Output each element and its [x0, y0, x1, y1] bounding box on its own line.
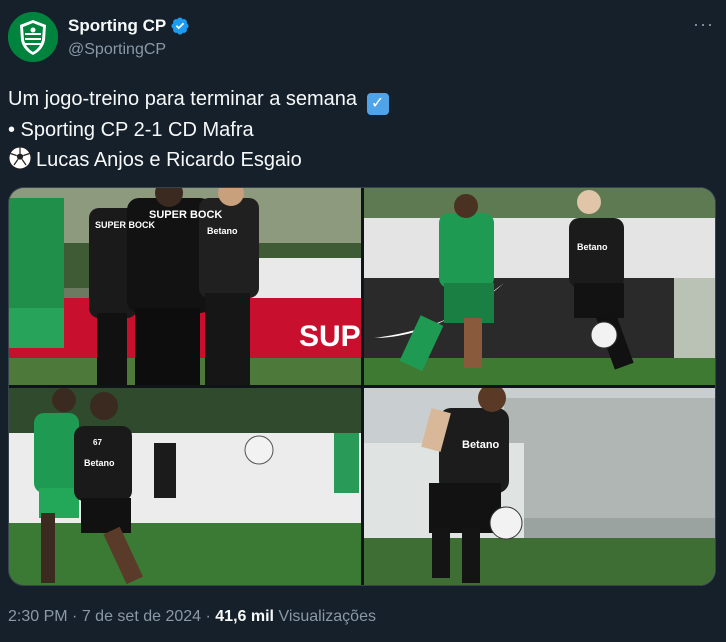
views-count[interactable]: 41,6 mil: [215, 608, 274, 625]
more-options-icon[interactable]: ···: [693, 15, 714, 33]
photo-2[interactable]: Betano: [364, 188, 715, 385]
shirt-sponsor-text-4: Betano: [577, 242, 608, 252]
media-grid: SUP SUPER BOCK SUPER BOCK Betano Betano …: [8, 187, 716, 586]
shirt-sponsor-text-6: Betano: [462, 439, 500, 451]
views-label[interactable]: Visualizações: [278, 608, 376, 625]
avatar[interactable]: [8, 12, 58, 62]
tweet-line-3-text: Lucas Anjos e Ricardo Esgaio: [36, 149, 302, 171]
meta-separator-2: ·: [205, 608, 211, 625]
check-mark-emoji-icon: ✓: [366, 93, 389, 115]
photo-2-image: Betano: [364, 188, 715, 385]
meta-separator: ·: [72, 608, 78, 625]
tweet-text: Um jogo-treino para terminar a semana ✓ …: [8, 84, 708, 175]
tweet-time[interactable]: 2:30 PM: [8, 608, 68, 625]
banner-text: SUP: [299, 320, 361, 353]
photo-4-image: Betano: [364, 388, 715, 585]
tweet-line-2: • Sporting CP 2-1 CD Mafra: [8, 119, 254, 141]
tweet-header: Sporting CP @SportingCP ···: [8, 12, 718, 64]
shirt-sponsor-text: SUPER BOCK: [149, 209, 222, 221]
photo-3[interactable]: 67 Betano: [9, 388, 361, 585]
tweet-meta: 2:30 PM · 7 de set de 2024 · 41,6 mil Vi…: [8, 608, 376, 626]
soccer-ball-emoji-icon: [8, 146, 32, 170]
verified-badge-icon[interactable]: [170, 16, 190, 36]
photo-1-image: SUP SUPER BOCK SUPER BOCK Betano: [9, 188, 361, 385]
display-name[interactable]: Sporting CP: [68, 16, 166, 36]
shirt-sponsor-text-5: Betano: [84, 458, 115, 468]
name-row: Sporting CP: [68, 16, 190, 36]
shirt-sponsor-text-2: SUPER BOCK: [95, 220, 156, 230]
user-handle[interactable]: @SportingCP: [68, 41, 166, 59]
photo-3-image: 67 Betano: [9, 388, 361, 585]
photo-4[interactable]: Betano: [364, 388, 715, 585]
tweet-date[interactable]: 7 de set de 2024: [82, 608, 201, 625]
photo-1[interactable]: SUP SUPER BOCK SUPER BOCK Betano: [9, 188, 361, 385]
tweet-line-1: Um jogo-treino para terminar a semana ✓: [8, 84, 708, 115]
tweet-line-1-text: Um jogo-treino para terminar a semana: [8, 88, 358, 110]
tweet-line-3: Lucas Anjos e Ricardo Esgaio: [8, 145, 708, 175]
shirt-sponsor-text-3: Betano: [207, 226, 238, 236]
shirt-number-text: 67: [93, 438, 102, 447]
sporting-crest-icon: [8, 12, 58, 62]
